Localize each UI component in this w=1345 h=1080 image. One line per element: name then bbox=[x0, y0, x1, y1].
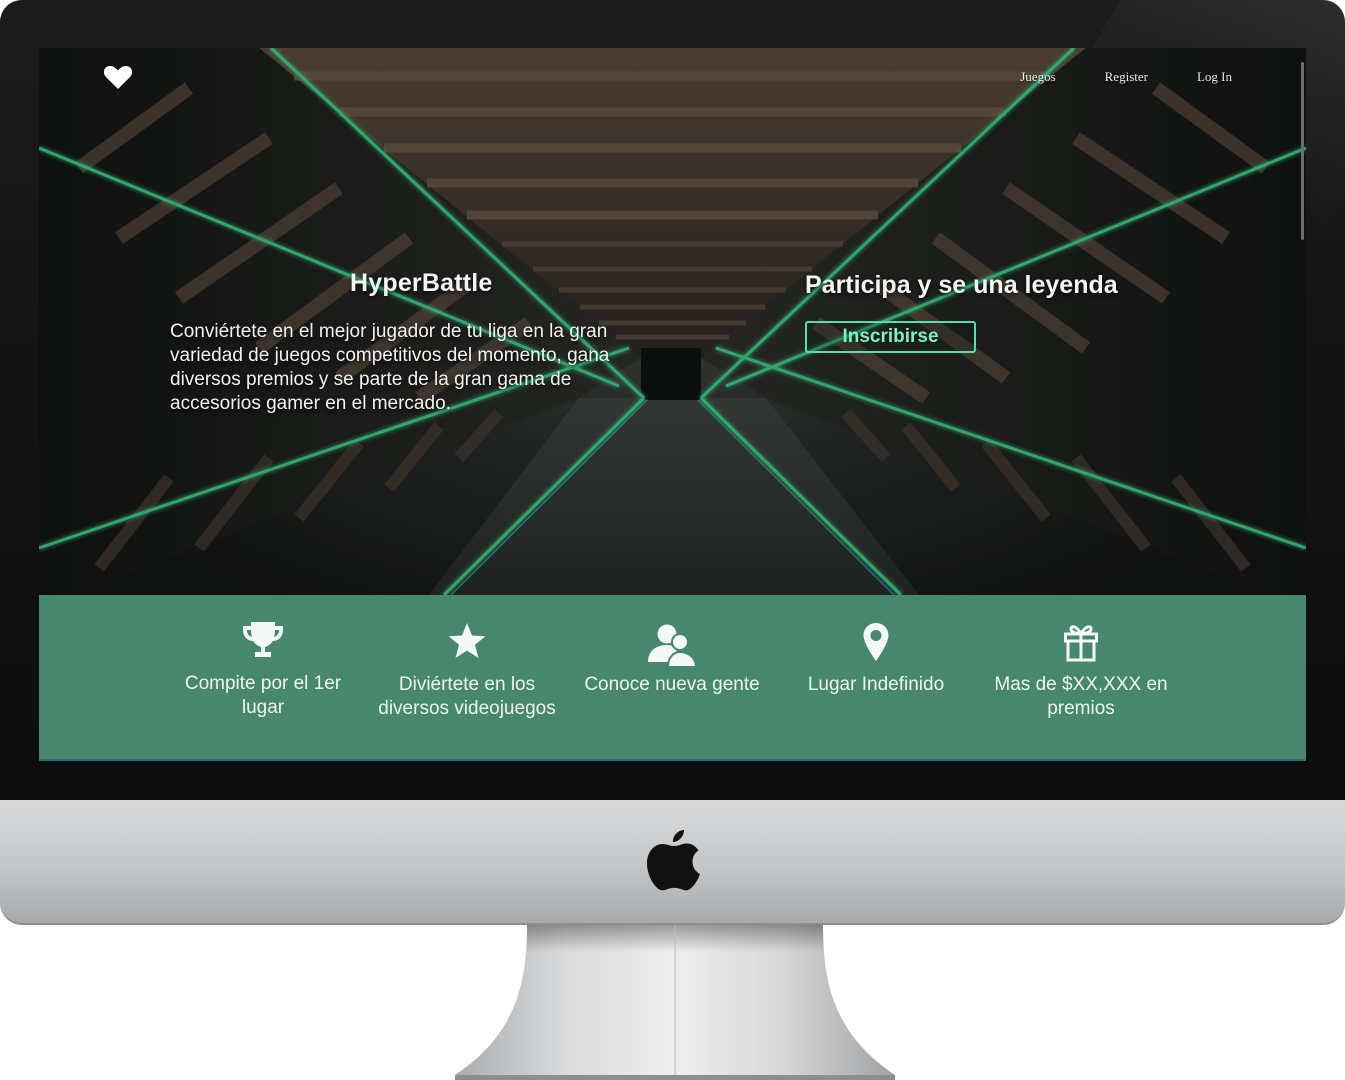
feature-label: Diviértete en los diversos videojuegos bbox=[378, 674, 556, 719]
hero-description: Conviértete en el mejor jugador de tu li… bbox=[170, 321, 610, 414]
feature-item: Diviértete en los diversos videojuegos bbox=[367, 622, 567, 721]
feature-item: Lugar Indefinido bbox=[776, 622, 976, 697]
apple-logo-icon bbox=[647, 830, 700, 891]
scrollbar[interactable] bbox=[1301, 62, 1304, 240]
feature-item: Mas de $XX,XXX en premios bbox=[981, 622, 1181, 721]
screen: Juegos Register Log In HyperBattle Convi… bbox=[39, 48, 1306, 761]
cta-title: Participa y se una leyenda bbox=[805, 271, 1118, 299]
register-button[interactable]: Inscribirse bbox=[805, 321, 976, 353]
trophy-icon bbox=[243, 622, 283, 657]
feature-label: Mas de $XX,XXX en premios bbox=[994, 674, 1168, 719]
feature-label: Conoce nueva gente bbox=[584, 674, 760, 695]
people-icon bbox=[648, 624, 698, 668]
gift-icon bbox=[1064, 625, 1098, 662]
hero-section: Juegos Register Log In HyperBattle Convi… bbox=[39, 48, 1306, 595]
heart-icon[interactable] bbox=[103, 64, 133, 90]
top-nav: Juegos Register Log In bbox=[1020, 69, 1232, 85]
nav-link-login[interactable]: Log In bbox=[1197, 69, 1232, 85]
feature-label: Compite por el 1er lugar bbox=[184, 673, 342, 718]
monitor-stand bbox=[455, 925, 895, 1080]
nav-link-register[interactable]: Register bbox=[1105, 69, 1148, 85]
feature-label: Lugar Indefinido bbox=[807, 674, 945, 695]
monitor-frame: Juegos Register Log In HyperBattle Convi… bbox=[0, 0, 1345, 925]
feature-item: Conoce nueva gente bbox=[572, 622, 772, 697]
features-band: Compite por el 1er lugar Diviértete en l… bbox=[39, 595, 1306, 761]
star-icon bbox=[448, 623, 486, 658]
hero-title: HyperBattle bbox=[350, 269, 493, 297]
nav-link-juegos[interactable]: Juegos bbox=[1020, 69, 1055, 85]
location-pin-icon bbox=[863, 623, 889, 661]
feature-item: Compite por el 1er lugar bbox=[163, 620, 363, 720]
